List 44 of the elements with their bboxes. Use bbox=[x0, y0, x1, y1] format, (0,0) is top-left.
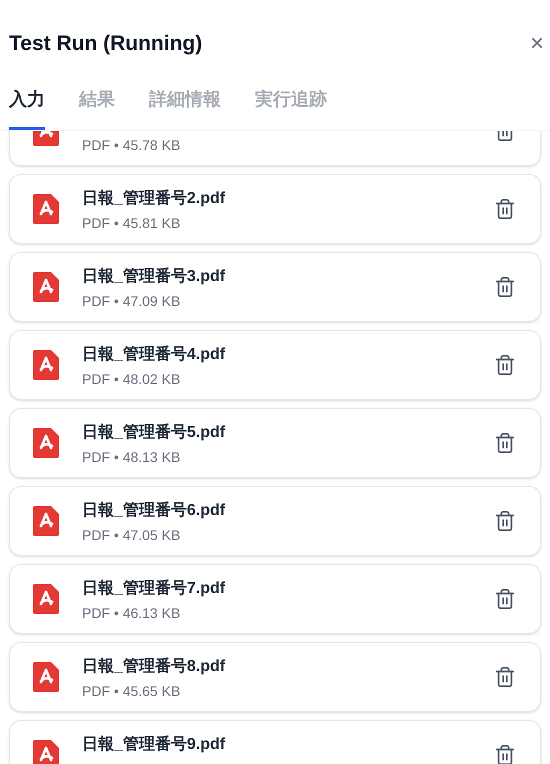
tab[interactable]: 詳細情報 bbox=[149, 86, 221, 130]
file-name: 日報_管理番号8.pdf bbox=[82, 656, 226, 677]
pdf-file-icon bbox=[32, 349, 60, 381]
file-meta: PDF • 46.13 KB bbox=[82, 604, 182, 623]
trash-icon bbox=[494, 198, 516, 220]
tab[interactable]: 実行追跡 bbox=[255, 86, 327, 130]
file-name: 日報_管理番号2.pdf bbox=[82, 188, 226, 209]
delete-button[interactable] bbox=[494, 354, 516, 376]
pdf-file-icon bbox=[32, 271, 60, 303]
delete-button[interactable] bbox=[494, 666, 516, 688]
file-name: 日報_管理番号9.pdf bbox=[82, 734, 226, 755]
close-button[interactable]: × bbox=[526, 32, 548, 56]
pdf-file-icon bbox=[32, 583, 60, 615]
file-meta: PDF • 47.09 KB bbox=[82, 292, 182, 311]
trash-icon bbox=[494, 276, 516, 298]
trash-icon bbox=[494, 666, 516, 688]
pdf-file-icon bbox=[32, 193, 60, 225]
pdf-file-icon bbox=[32, 427, 60, 459]
file-meta: PDF • 47.05 KB bbox=[82, 526, 182, 545]
delete-button[interactable] bbox=[494, 198, 516, 220]
trash-icon bbox=[494, 588, 516, 610]
delete-button[interactable] bbox=[494, 588, 516, 610]
delete-button[interactable] bbox=[494, 276, 516, 298]
file-meta: PDF • 45.81 KB bbox=[82, 214, 182, 233]
tab[interactable]: 結果 bbox=[79, 86, 115, 130]
trash-icon bbox=[494, 744, 516, 764]
dialog-title: Test Run (Running) bbox=[9, 31, 202, 57]
trash-icon bbox=[494, 432, 516, 454]
file-meta: PDF • 45.65 KB bbox=[82, 682, 182, 701]
file-name: 日報_管理番号7.pdf bbox=[82, 578, 226, 599]
pdf-file-icon bbox=[32, 661, 60, 693]
file-meta: PDF • 48.13 KB bbox=[82, 448, 182, 467]
delete-button[interactable] bbox=[494, 432, 516, 454]
delete-button[interactable] bbox=[494, 510, 516, 532]
pdf-file-icon bbox=[32, 505, 60, 537]
file-name: 日報_管理番号3.pdf bbox=[82, 266, 226, 287]
file-name: 日報_管理番号5.pdf bbox=[82, 422, 226, 443]
trash-icon bbox=[494, 354, 516, 376]
file-name: 日報_管理番号4.pdf bbox=[82, 344, 226, 365]
file-name: 日報_管理番号6.pdf bbox=[82, 500, 226, 521]
file-meta: PDF • 48.02 KB bbox=[82, 370, 182, 389]
delete-button[interactable] bbox=[494, 744, 516, 764]
trash-icon bbox=[494, 510, 516, 532]
file-meta: PDF • 45.78 KB bbox=[82, 136, 182, 155]
